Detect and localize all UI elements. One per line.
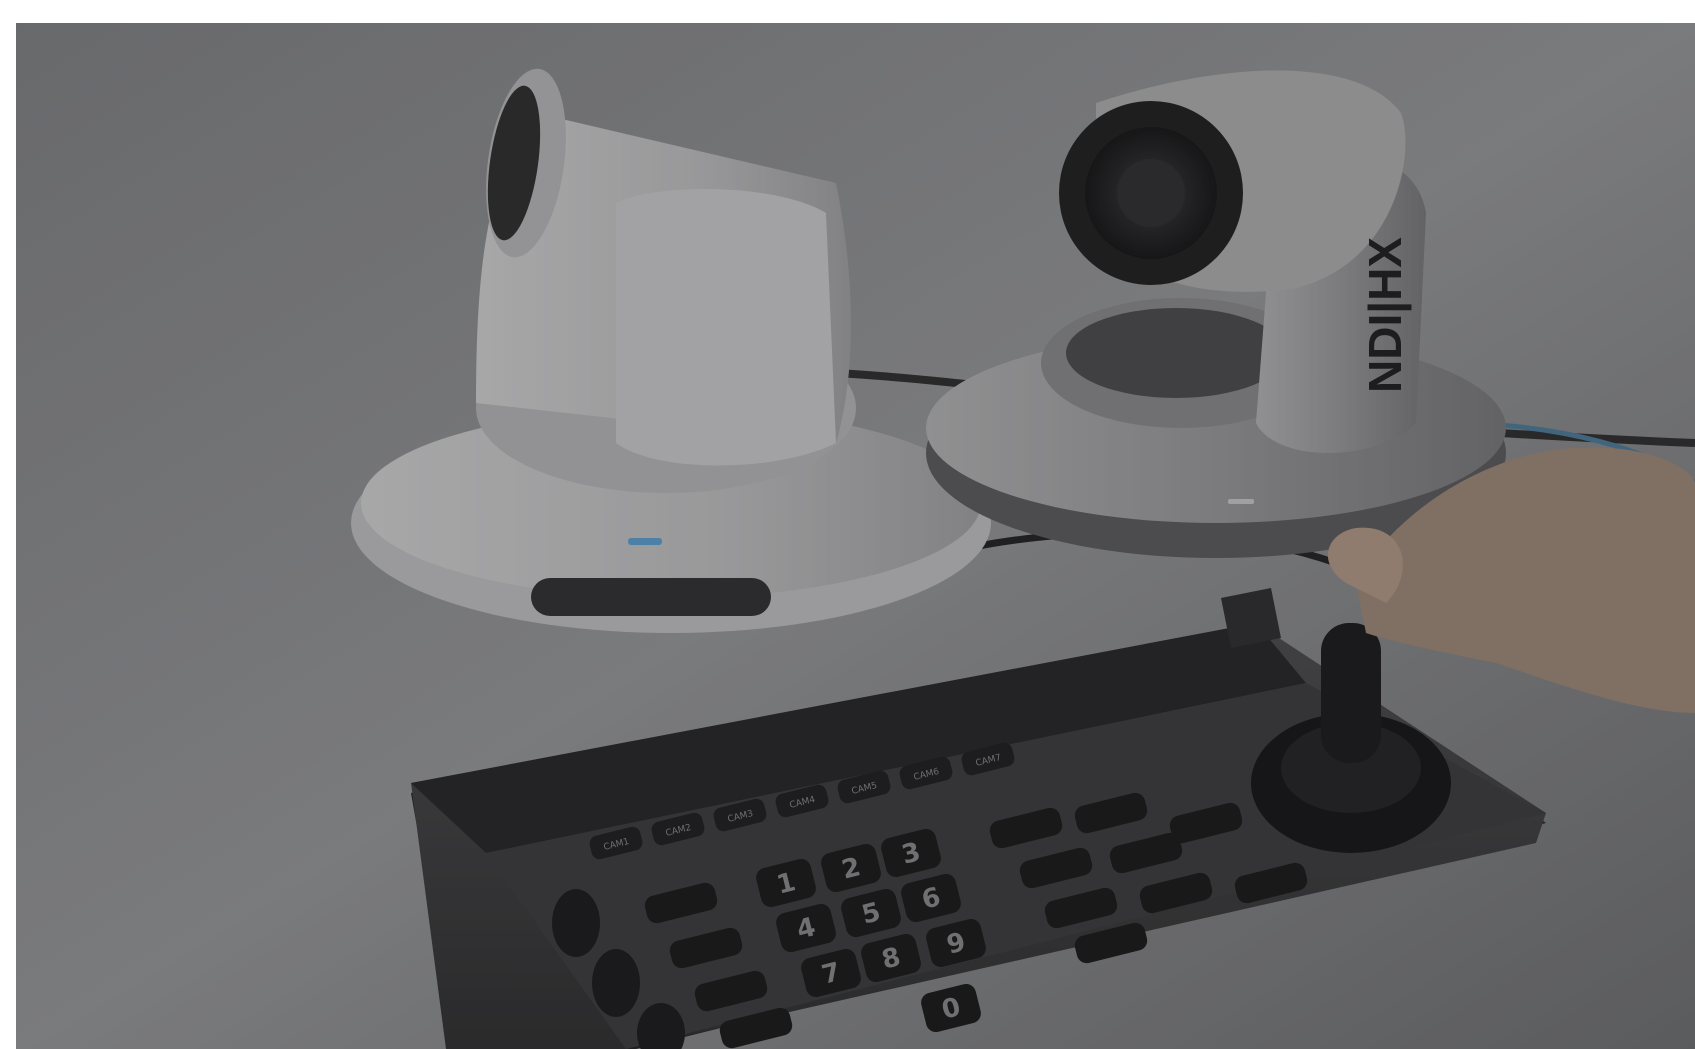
photo-frame: NDI|HX CAM1 CAM2 CAM3 CAM4 CAM5 CAM6 CAM7 1234… [16, 23, 1695, 1049]
product-photo: NDI|HX CAM1CAM2CAM3CAM4CAM5CAM6CAM7 1 2 34… [16, 23, 1695, 1049]
status-led-icon [628, 538, 662, 545]
ndi-label: NDI|HX [1359, 237, 1411, 393]
